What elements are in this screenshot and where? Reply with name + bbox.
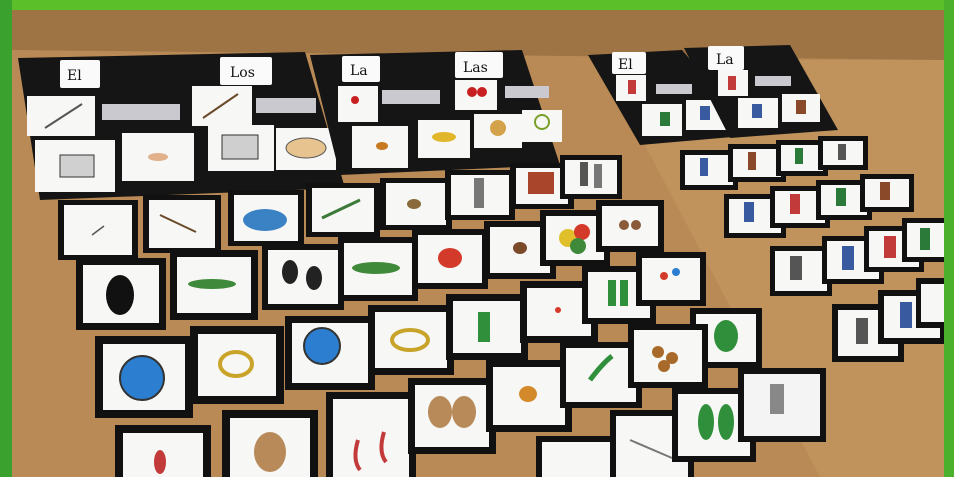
board-1-label-2: Los xyxy=(230,65,255,81)
board-3-label-1: El xyxy=(618,57,633,73)
pincushion-icon xyxy=(243,209,287,231)
drum-icon xyxy=(254,432,286,472)
board-4-label-1: La xyxy=(716,52,734,68)
bag-icon xyxy=(528,172,554,194)
board-1-label-1: El xyxy=(67,68,82,84)
doll-icon xyxy=(474,178,484,208)
board-2-label-2: Las xyxy=(463,60,488,76)
photo-frame: El Los La Las El La xyxy=(0,0,954,477)
lentils-icon xyxy=(513,242,527,254)
button-icon xyxy=(407,199,421,209)
board-1: El Los xyxy=(18,52,345,200)
couple-icon xyxy=(580,162,588,186)
board-2-label-1: La xyxy=(350,63,368,79)
photo-scene: El Los La Las El La xyxy=(0,0,954,477)
footprint-icon xyxy=(106,275,134,315)
balloon-icon xyxy=(119,355,165,401)
boot-icon xyxy=(478,312,490,342)
beans-icon xyxy=(188,279,236,289)
board-2: La Las xyxy=(310,50,562,175)
